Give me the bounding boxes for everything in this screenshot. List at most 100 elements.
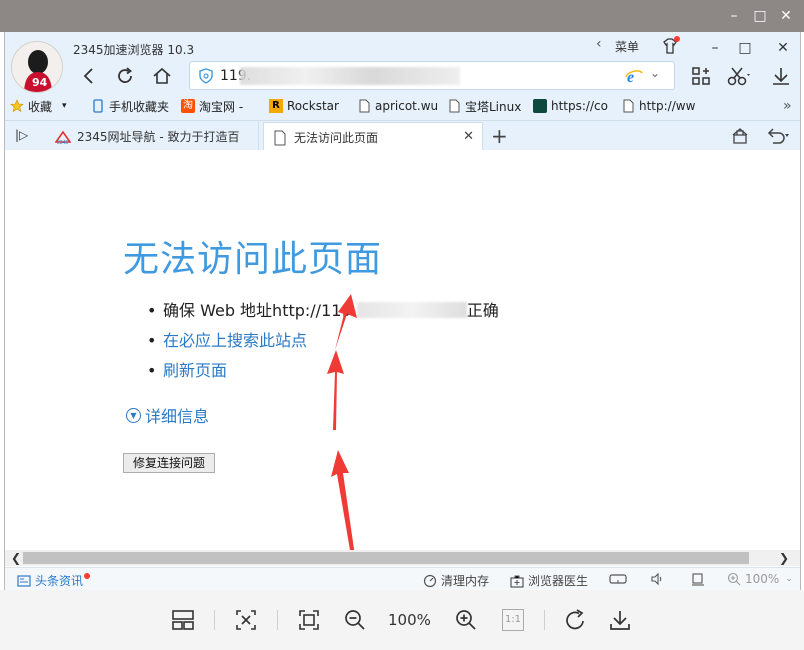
thumbnails-button[interactable] <box>170 607 196 633</box>
news-label: 头条资讯 <box>35 574 84 588</box>
volume-button[interactable] <box>650 572 668 586</box>
taobao-icon: 淘 <box>181 99 195 113</box>
fullscreen-icon <box>299 610 319 630</box>
fix-connection-button[interactable]: 修复连接问题 <box>123 453 216 473</box>
bookmark-baota[interactable]: 宝塔Linux <box>447 97 521 115</box>
arrow-left-icon <box>83 68 93 84</box>
window-mode-button[interactable] <box>691 572 709 586</box>
menu-button[interactable]: 菜单 <box>615 38 639 55</box>
address-bar[interactable]: 119. e ⌄ <box>189 61 675 90</box>
close-button[interactable]: ✕ <box>769 36 797 60</box>
viewer-close-button[interactable]: ✕ <box>774 4 798 28</box>
suggestion-check-url-suffix: 正确 <box>466 301 499 320</box>
mobile-icon <box>93 99 103 113</box>
bookmark-https-co[interactable]: https://co <box>533 97 608 115</box>
bookmark-favorites[interactable]: 收藏 ▾ <box>10 97 67 115</box>
refresh-page-link[interactable]: 刷新页面 <box>145 356 499 386</box>
news-button[interactable]: 头条资讯 <box>17 572 91 589</box>
bookmark-label: http://ww <box>639 99 696 113</box>
page-icon <box>449 99 460 113</box>
chevron-down-icon: ⌄ <box>785 574 793 584</box>
zoom-in-button[interactable] <box>453 607 479 633</box>
page-icon <box>274 130 286 145</box>
rotate-button[interactable] <box>563 607 589 633</box>
ie-engine-icon[interactable]: e <box>625 67 643 85</box>
apps-button[interactable] <box>687 62 715 90</box>
store-icon[interactable] <box>731 127 749 148</box>
download-button[interactable] <box>767 62 795 90</box>
screenshot-viewer: – □ ✕ 94 2345加速浏览器 10.3 ‹ 菜单 – □ ✕ 119. … <box>0 0 804 650</box>
horizontal-scrollbar[interactable]: ❮ ❯ <box>5 550 800 566</box>
browser-window: 94 2345加速浏览器 10.3 ‹ 菜单 – □ ✕ 119. e ⌄ 收藏… <box>4 32 801 590</box>
rotate-icon <box>566 609 584 630</box>
status-bar: 头条资讯 清理内存 浏览器医生 100% ⌄ <box>5 567 800 590</box>
maximize-button[interactable]: □ <box>731 36 759 60</box>
screenshot-cut-button[interactable] <box>725 62 753 90</box>
details-toggle[interactable]: ▼ 详细信息 <box>126 403 209 427</box>
bookmark-http-ww[interactable]: http://ww <box>621 97 695 115</box>
news-icon <box>17 574 31 587</box>
viewer-minimize-button[interactable]: – <box>722 4 746 28</box>
tab-bar: |▷ 2345 2345网址导航 - 致力于打造百 无法访问此页面 ✕ + <box>5 120 800 152</box>
zoom-out-button[interactable] <box>342 607 368 633</box>
viewer-zoom-value: 100% <box>388 611 431 629</box>
actual-size-label: 1:1 <box>502 609 524 631</box>
gauge-icon <box>423 574 437 587</box>
error-suggestions: 确保 Web 地址http://119. 正确 在必应上搜索此站点 刷新页面 <box>145 296 499 386</box>
chevron-down-icon[interactable]: ⌄ <box>650 66 660 80</box>
sidebar-toggle-button[interactable]: |▷ <box>15 128 28 142</box>
bookmark-rockstar[interactable]: R Rockstar <box>269 97 339 115</box>
bookmark-label: Rockstar <box>287 99 339 113</box>
fit-window-button[interactable] <box>233 607 259 633</box>
skin-icon[interactable] <box>660 36 680 56</box>
actual-size-button[interactable]: 1:1 <box>500 607 526 633</box>
fit-screen-icon <box>236 610 256 630</box>
vr-button[interactable] <box>609 572 631 586</box>
toolbar-divider <box>544 610 545 630</box>
rockstar-icon: R <box>269 99 283 113</box>
bookmark-label: https://co <box>551 99 608 113</box>
avatar-jersey-number: 94 <box>32 76 48 89</box>
bookmark-taobao[interactable]: 淘 淘宝网 - <box>181 97 243 115</box>
bookmarks-overflow-button[interactable]: » <box>783 97 792 115</box>
page-content: 无法访问此页面 确保 Web 地址http://119. 正确 在必应上搜索此站点… <box>5 150 800 550</box>
layout-icon <box>172 610 194 630</box>
svg-text:2345: 2345 <box>57 140 68 145</box>
vr-glasses-icon <box>609 574 627 584</box>
minimize-button[interactable]: – <box>701 36 729 60</box>
save-image-button[interactable] <box>607 607 633 633</box>
details-label: 详细信息 <box>145 407 210 426</box>
fullscreen-button[interactable] <box>296 607 322 633</box>
bookmark-mobile[interactable]: 手机收藏夹 <box>91 97 169 115</box>
bookmark-apricot[interactable]: apricot.wu <box>357 97 438 115</box>
new-tab-button[interactable]: + <box>491 124 508 148</box>
back-button[interactable] <box>75 62 103 90</box>
home-icon <box>153 67 171 84</box>
browser-doctor-button[interactable]: 浏览器医生 <box>510 572 588 589</box>
tab-error-page[interactable]: 无法访问此页面 ✕ <box>263 122 483 152</box>
clean-memory-button[interactable]: 清理内存 <box>423 572 489 589</box>
undo-close-tab-button[interactable] <box>765 127 791 148</box>
clean-memory-label: 清理内存 <box>441 574 490 588</box>
chevron-down-icon: ▾ <box>62 101 67 111</box>
viewer-maximize-button[interactable]: □ <box>748 4 772 28</box>
security-shield-icon <box>199 68 213 84</box>
tab-2345-navigation[interactable]: 2345 2345网址导航 - 致力于打造百 <box>47 122 259 151</box>
search-bing-link[interactable]: 在必应上搜索此站点 <box>145 326 499 356</box>
refresh-button[interactable] <box>111 62 139 90</box>
scrollbar-thumb[interactable] <box>23 552 749 564</box>
chevron-left-icon[interactable]: ‹ <box>596 36 602 52</box>
2345-logo-icon: 2345 <box>55 130 71 145</box>
tab-label: 无法访问此页面 <box>294 131 379 145</box>
home-button[interactable] <box>148 62 176 90</box>
scroll-right-arrow[interactable]: ❯ <box>775 550 793 566</box>
user-avatar[interactable]: 94 <box>11 41 63 93</box>
error-title: 无法访问此页面 <box>123 239 383 280</box>
suggestion-check-url-prefix: 确保 Web 地址http://119. <box>163 301 357 320</box>
notification-dot <box>84 572 91 579</box>
page-zoom-control[interactable]: 100% ⌄ <box>727 572 793 586</box>
toolbar-divider <box>277 610 278 630</box>
close-icon[interactable]: ✕ <box>463 129 474 144</box>
zoom-in-icon <box>727 572 741 586</box>
apps-grid-icon <box>692 67 710 85</box>
